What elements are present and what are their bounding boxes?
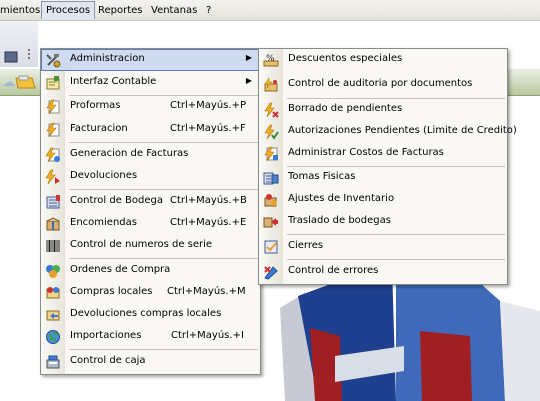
audit-icon	[264, 77, 278, 92]
lightning-doc-icon	[46, 99, 60, 115]
menu-help[interactable]: ?	[206, 3, 211, 18]
inventory-adjust-icon	[264, 194, 277, 207]
shortcut-label: Ctrl+Mayús.+M	[167, 286, 246, 297]
menu-item-label: Autorizaciones Pendientes (Limite de Cre…	[288, 125, 517, 136]
inventory-count-icon	[263, 172, 279, 185]
menu-item-label: Encomiendas	[70, 217, 137, 228]
invoice-gen-icon	[45, 147, 60, 163]
returns-icon	[45, 169, 60, 185]
menu-procesos[interactable]: Procesos	[41, 1, 96, 19]
submenu-item-control-auditoria[interactable]: Control de auditoria por documentos	[259, 74, 507, 96]
menu-separator	[69, 349, 258, 350]
menu-item-label: Ordenes de Compra	[70, 264, 171, 275]
error-control-icon	[264, 266, 278, 280]
menu-item-label: Importaciones	[70, 330, 142, 341]
menu-item-label: Control de auditoria por documentos	[288, 78, 473, 89]
menu-item-label: Generacion de Facturas	[70, 148, 189, 159]
lightning-doc-icon	[46, 122, 60, 138]
menu-item-label: Control de caja	[70, 355, 146, 366]
menu-item-label: Devoluciones	[70, 170, 138, 181]
costs-icon	[264, 146, 278, 162]
shortcut-label: Ctrl+Mayús.+P	[170, 100, 246, 111]
menu-item-ordenes-compra[interactable]: Ordenes de Compra	[41, 260, 260, 282]
menu-item-label: Ajustes de Inventario	[288, 193, 395, 204]
menu-item-devoluciones-compras[interactable]: Devoluciones compras locales	[41, 304, 260, 326]
submenu-item-descuentos-especiales[interactable]: % Descuentos especiales	[259, 49, 507, 71]
toolbar-top	[0, 21, 38, 67]
menu-item-label: Administrar Costos de Facturas	[288, 147, 444, 158]
menu-item-label: Cierres	[288, 240, 324, 251]
menu-item-label: Control de errores	[288, 265, 379, 276]
administracion-submenu: % Descuentos especiales Control de audit…	[258, 48, 517, 285]
menu-item-label: Interfaz Contable	[70, 76, 157, 87]
toolbar-button-icon[interactable]	[4, 51, 18, 63]
menu-mantenimientos[interactable]: mientos	[0, 3, 40, 18]
menu-separator	[69, 142, 258, 143]
menu-item-administracion[interactable]: Administracion ▶	[41, 49, 260, 71]
menu-item-devoluciones[interactable]: Devoluciones	[41, 166, 260, 188]
menu-item-control-bodega[interactable]: Control de Bodega Ctrl+Mayús.+B	[41, 191, 260, 213]
accounting-icon	[46, 76, 60, 90]
submenu-item-ajustes-inventario[interactable]: Ajustes de Inventario	[259, 189, 507, 211]
tools-icon	[46, 54, 61, 68]
submenu-item-costos-facturas[interactable]: Administrar Costos de Facturas	[259, 143, 507, 165]
menu-item-label: Traslado de bodegas	[288, 215, 391, 226]
purchase-order-icon	[46, 265, 60, 278]
menu-item-label: Tomas Fisicas	[288, 171, 356, 182]
submenu-item-cierres[interactable]: Cierres	[259, 236, 507, 258]
transfer-icon	[263, 217, 278, 228]
shortcut-label: Ctrl+Mayús.+E	[170, 217, 247, 228]
menu-item-label: Facturacion	[70, 123, 128, 134]
menu-item-generacion-facturas[interactable]: Generacion de Facturas	[41, 144, 260, 166]
submenu-item-control-errores[interactable]: Control de errores	[259, 261, 507, 283]
purchase-return-icon	[46, 310, 60, 321]
svg-text:%: %	[266, 54, 275, 64]
menu-ventanas[interactable]: Ventanas	[151, 3, 197, 18]
percent-icon: %	[263, 54, 279, 67]
menu-item-label: Compras locales	[70, 286, 153, 297]
menu-item-interfaz-contable[interactable]: Interfaz Contable ▶	[41, 72, 260, 94]
open-folder-icon[interactable]	[2, 75, 38, 91]
menu-item-importaciones[interactable]: Importaciones Ctrl+Mayús.+I	[41, 326, 260, 348]
menu-separator	[287, 234, 505, 235]
close-period-icon	[264, 240, 278, 254]
menu-separator	[69, 258, 258, 259]
toolbar-grip[interactable]	[28, 49, 30, 61]
submenu-item-borrado-pendientes[interactable]: Borrado de pendientes	[259, 99, 507, 121]
menu-separator	[287, 259, 505, 260]
shortcut-label: Ctrl+Mayús.+I	[171, 330, 244, 341]
submenu-arrow-icon: ▶	[245, 76, 252, 85]
shortcut-label: Ctrl+Mayús.+F	[170, 123, 246, 134]
menu-item-label: Control de Bodega	[70, 195, 163, 206]
menu-item-label: Descuentos especiales	[288, 53, 403, 64]
submenu-item-tomas-fisicas[interactable]: Tomas Fisicas	[259, 167, 507, 189]
submenu-item-autorizaciones[interactable]: Autorizaciones Pendientes (Limite de Cre…	[259, 121, 517, 143]
authorization-icon	[264, 124, 279, 140]
menu-item-label: Devoluciones compras locales	[70, 308, 222, 319]
submenu-arrow-icon: ▶	[245, 53, 252, 62]
menu-separator	[69, 189, 258, 190]
menu-item-numeros-serie[interactable]: Control de numeros de serie	[41, 235, 260, 257]
menu-bar: mientos Procesos Reportes Ventanas ?	[0, 0, 540, 21]
submenu-item-traslado-bodegas[interactable]: Traslado de bodegas	[259, 211, 507, 233]
menu-item-label: Control de numeros de serie	[70, 239, 213, 250]
menu-item-compras-locales[interactable]: Compras locales Ctrl+Mayús.+M	[41, 282, 260, 304]
erase-icon	[264, 102, 279, 118]
procesos-menu: Administracion ▶ Interfaz Contable ▶ Pro…	[40, 48, 261, 375]
barcode-icon	[46, 240, 60, 252]
warehouse-icon	[46, 195, 60, 209]
menu-item-control-caja[interactable]: Control de caja	[41, 351, 260, 373]
menu-item-proformas[interactable]: Proformas Ctrl+Mayús.+P	[41, 96, 260, 118]
menu-item-label: Administracion	[70, 53, 145, 64]
menu-item-label: Borrado de pendientes	[288, 103, 403, 114]
menu-item-facturacion[interactable]: Facturacion Ctrl+Mayús.+F	[41, 119, 260, 141]
shortcut-label: Ctrl+Mayús.+B	[170, 195, 247, 206]
cash-register-icon	[46, 355, 60, 369]
menu-item-label: Proformas	[70, 100, 121, 111]
package-icon	[46, 217, 60, 231]
menu-reportes[interactable]: Reportes	[98, 3, 143, 18]
menu-item-encomiendas[interactable]: Encomiendas Ctrl+Mayús.+E	[41, 213, 260, 235]
local-purchase-icon	[46, 287, 60, 299]
globe-icon	[46, 330, 60, 344]
